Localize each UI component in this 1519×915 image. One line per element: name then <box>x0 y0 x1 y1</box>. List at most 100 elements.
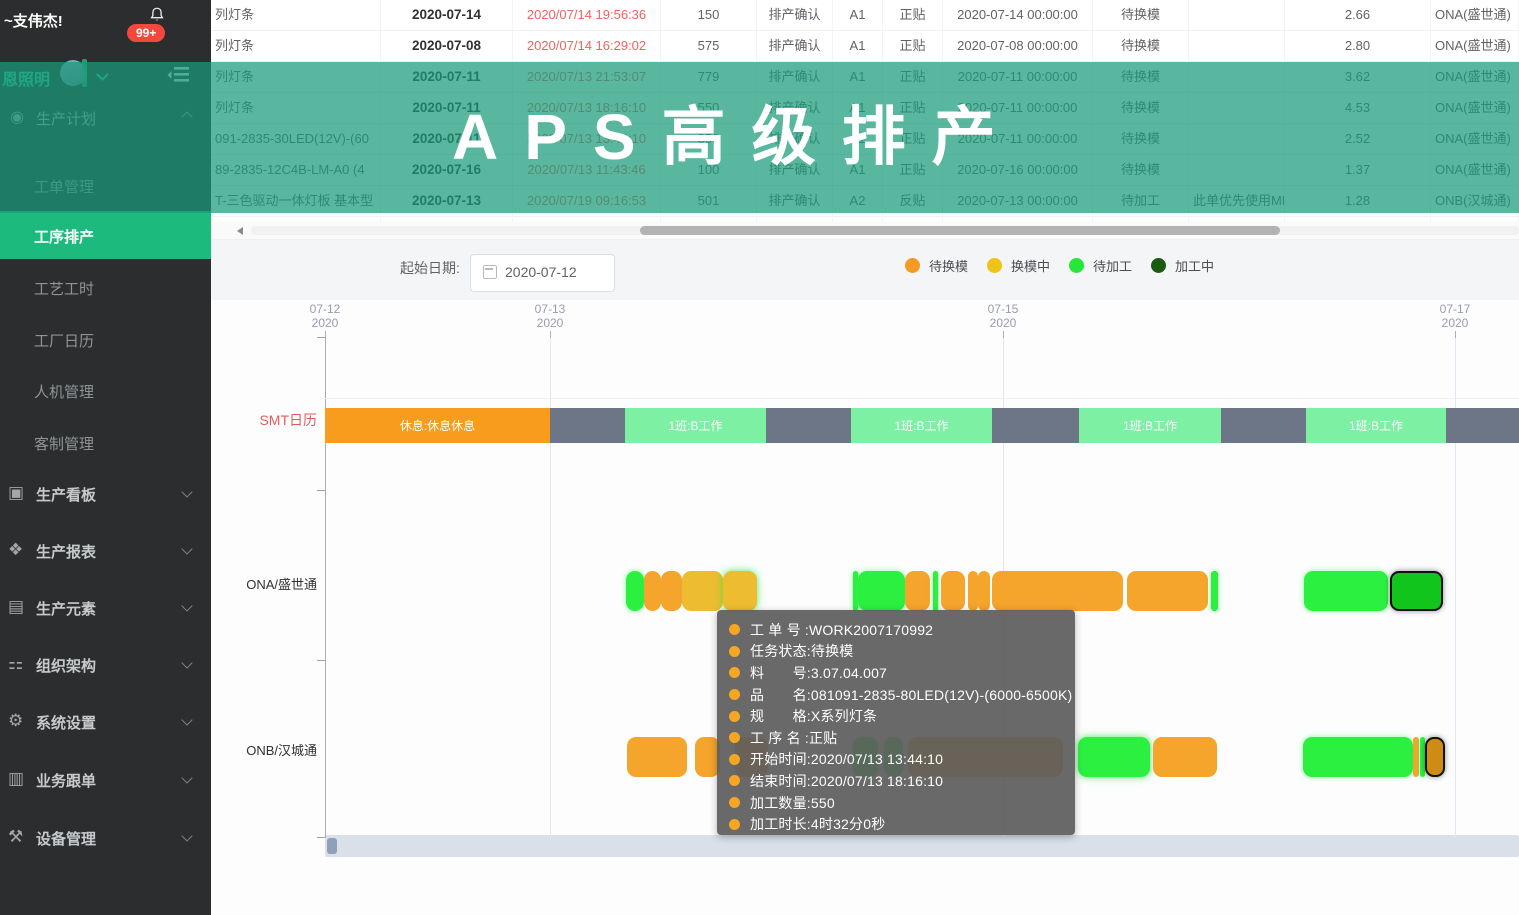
tooltip-line: 料 号:3.07.04.007 <box>729 662 1075 684</box>
gantt-task-bar[interactable] <box>1425 737 1445 777</box>
table-cell: 排产确认 <box>757 124 833 154</box>
table-cell: 550 <box>661 93 757 123</box>
table-cell: 待加工 <box>1093 186 1189 216</box>
table-cell: 2020-07-16 <box>381 155 513 185</box>
gantt-task-bar[interactable] <box>661 571 682 611</box>
table-cell: 待换模 <box>1093 31 1189 61</box>
chevron-down-icon <box>181 543 193 555</box>
table-row[interactable]: 89-2835-12C4B-LM-A0 (4 2020-07-16 2020/07/… <box>211 155 1519 186</box>
tooltip-line: 结束时间:2020/07/13 18:16:10 <box>729 770 1075 792</box>
gantt-task-bar[interactable] <box>1390 571 1443 611</box>
axis-tick-label: 07-15 2020 <box>987 302 1019 330</box>
gantt-task-bar[interactable] <box>627 737 687 777</box>
table-row[interactable]: 列灯条 2020-07-08 2020/07/14 16:29:02 575 排产确认 A… <box>211 31 1519 62</box>
chevron-down-icon <box>181 714 193 726</box>
status-legend: 待换模 换模中 待加工 加工中 <box>905 256 1214 275</box>
sidebar-item-6[interactable]: 客制管理 <box>0 418 211 466</box>
gantt-task-bar[interactable] <box>644 571 661 611</box>
tooltip-text: 任务状态:待换模 <box>750 643 854 660</box>
gear-icon: ⚙ <box>8 711 24 730</box>
gantt-task-bar[interactable] <box>978 571 990 611</box>
axis-tick-label: 07-13 2020 <box>534 302 566 330</box>
gantt-hscrollbar[interactable] <box>325 835 1519 857</box>
sidebar-item-2[interactable]: 工序排产 <box>0 211 211 259</box>
calendar-segment <box>766 408 851 443</box>
legend-label: 加工中 <box>1175 259 1215 274</box>
sidebar-item-1[interactable]: 工单管理 <box>0 161 211 209</box>
table-row[interactable]: 列灯条 2020-07-14 2020/07/14 19:56:36 150 排产确认 A… <box>211 0 1519 31</box>
table-cell: 正贴 <box>883 155 943 185</box>
sidebar-group-2[interactable]: ❖ 生产报表 <box>0 527 211 575</box>
gantt-task-bar[interactable] <box>968 571 978 611</box>
table-cell <box>1189 31 1285 61</box>
table-cell: T-三色驱动一体灯板 基本型 <box>211 186 381 216</box>
table-cell: 列灯条 <box>211 62 381 92</box>
table-cell: 2020-07-11 00:00:00 <box>943 124 1093 154</box>
tooltip-line: 品 名:081091-2835-80LED(12V)-(6000-6500K) <box>729 684 1075 706</box>
table-body: 列灯条 2020-07-14 2020/07/14 19:56:36 150 排产确认 A… <box>211 0 1519 222</box>
sidebar-item-label: 工艺工时 <box>34 281 95 298</box>
collapse-menu-icon[interactable] <box>166 62 192 88</box>
table-cell <box>1189 93 1285 123</box>
sidebar: ~支伟杰! 99+ 恩照明 ◉ 生产计划 工单管理工序排产工艺工时工厂日历 <box>0 0 211 915</box>
y-axis-tick <box>317 837 325 838</box>
gantt-task-bar[interactable] <box>992 571 1123 611</box>
calendar-top-line <box>325 398 1519 399</box>
table-cell: A1 <box>833 62 883 92</box>
table-cell: 待换模 <box>1093 124 1189 154</box>
table-cell: 2020-07-08 <box>381 31 513 61</box>
sidebar-item-4[interactable]: 工厂日历 <box>0 315 211 363</box>
gantt-tooltip: 工 单 号 :WORK2007170992 任务状态:待换模料 号:3.07.04… <box>717 610 1075 835</box>
table-cell: 正贴 <box>883 124 943 154</box>
sidebar-group-4[interactable]: ⚏ 组织架构 <box>0 641 211 689</box>
gantt-task-bar[interactable] <box>626 571 644 611</box>
table-row[interactable]: T-三色驱动一体灯板 基本型 2020-07-13 2020/07/19 09:16… <box>211 186 1519 217</box>
sidebar-item-5[interactable]: 人机管理 <box>0 366 211 414</box>
brand-row: 恩照明 <box>0 58 211 96</box>
gantt-task-bar[interactable] <box>682 571 723 611</box>
gantt-task-bar[interactable] <box>1078 737 1150 777</box>
gantt-task-bar[interactable] <box>941 571 965 611</box>
table-row[interactable]: 列灯条 2020-07-11 2020/07/13 18:16:10 550 排产确认 A… <box>211 93 1519 124</box>
tooltip-bullet-dot <box>729 710 740 722</box>
gantt-task-bar[interactable] <box>1304 571 1388 611</box>
gantt-scroll-thumb[interactable] <box>327 838 337 854</box>
sidebar-group-1[interactable]: ▣ 生产看板 <box>0 470 211 518</box>
elements-icon: ▤ <box>8 597 25 616</box>
table-cell: A1 <box>833 93 883 123</box>
table-scroll-thumb[interactable] <box>640 226 1280 235</box>
sidebar-group-3[interactable]: ▤ 生产元素 <box>0 584 211 632</box>
table-row[interactable]: 091-2835-30LED(12V)-(60 2020-07-11 2020/07… <box>211 124 1519 155</box>
table-cell: 2.80 <box>1285 31 1431 61</box>
table-cell: 350 <box>661 124 757 154</box>
report-icon: ❖ <box>8 540 24 559</box>
table-row[interactable]: 列灯条 2020-07-11 2020/07/13 21:53:07 779 排产确认 A… <box>211 62 1519 93</box>
tooltip-text: 工 单 号 :WORK2007170992 <box>750 621 934 638</box>
user-row: ~支伟杰! 99+ <box>0 0 211 60</box>
table-cell: 2020-07-16 00:00:00 <box>943 155 1093 185</box>
table-cell: 此单优先使用MB <box>1189 186 1285 216</box>
gantt-task-bar[interactable] <box>905 571 930 611</box>
gantt-task-bar[interactable] <box>1153 737 1217 777</box>
chevron-down-icon[interactable] <box>96 68 109 81</box>
sidebar-group-7[interactable]: ⚒ 设备管理 <box>0 814 211 862</box>
gantt-task-bar[interactable] <box>933 571 938 611</box>
gantt-task-bar[interactable] <box>1413 737 1419 777</box>
table-cell: 2020/07/13 21:53:07 <box>513 62 661 92</box>
gantt-task-bar[interactable] <box>858 571 905 611</box>
bell-icon[interactable] <box>148 6 166 24</box>
sidebar-group-5[interactable]: ⚙ 系统设置 <box>0 698 211 746</box>
gantt-task-bar[interactable] <box>1303 737 1413 777</box>
tooltip-bullet-dot <box>729 689 740 701</box>
legend-item: 待换模 <box>905 256 968 275</box>
calendar-segment: 休息:休息休息 <box>325 408 550 443</box>
gantt-task-bar[interactable] <box>723 571 757 611</box>
sidebar-item-3[interactable]: 工艺工时 <box>0 263 211 311</box>
gantt-task-bar[interactable] <box>1211 571 1218 611</box>
gantt-task-bar[interactable] <box>1127 571 1208 611</box>
start-date-picker[interactable]: 2020-07-12 <box>470 254 615 292</box>
table-cell: 排产确认 <box>757 62 833 92</box>
sidebar-group-6[interactable]: ▥ 业务跟单 <box>0 756 211 804</box>
scroll-left-arrow[interactable] <box>237 227 243 235</box>
sidebar-item-production-plan[interactable]: ◉ 生产计划 <box>0 95 211 139</box>
